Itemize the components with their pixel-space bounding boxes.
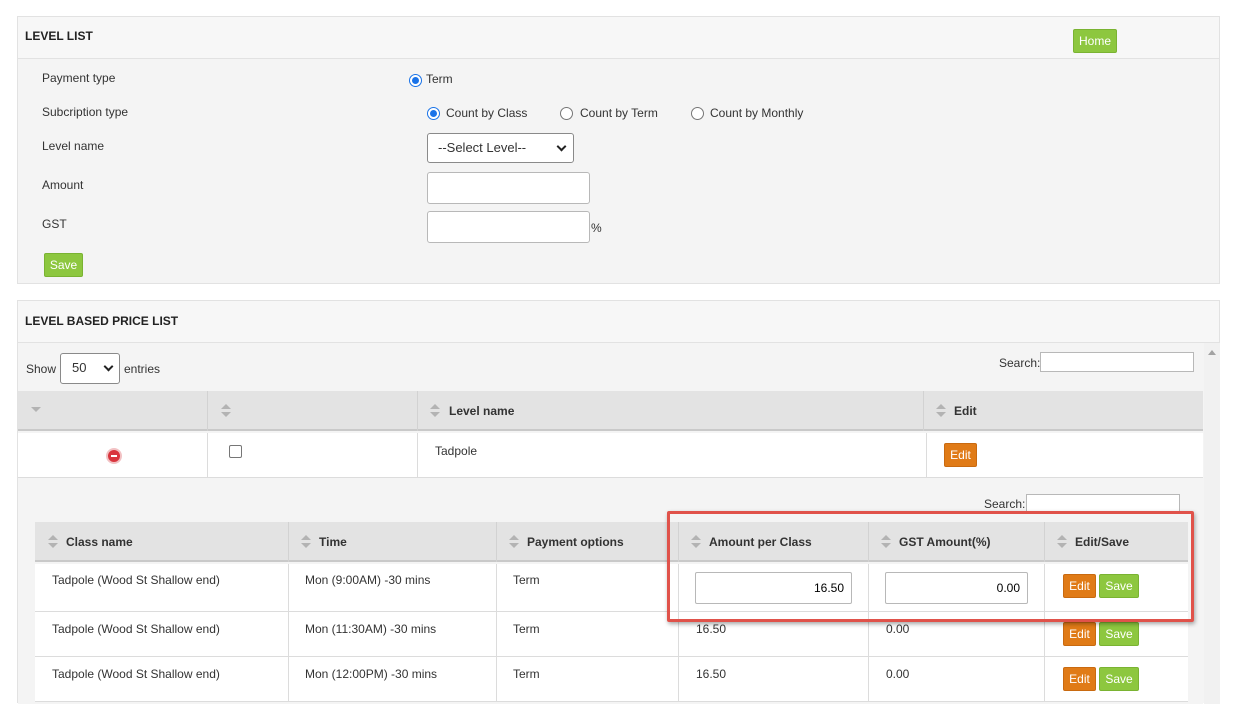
sub-edit-button[interactable]: Edit	[1063, 622, 1096, 646]
sort-icon[interactable]	[221, 404, 231, 418]
time-header[interactable]: Time	[319, 535, 347, 549]
scroll-up-arrow-icon[interactable]	[1208, 350, 1216, 355]
col-divider	[496, 522, 497, 562]
payment-type-term-label: Term	[426, 72, 453, 86]
level-select-value: --Select Level--	[438, 140, 527, 155]
price-list-panel: LEVEL BASED PRICE LIST Show 50 entries S…	[17, 300, 1220, 704]
time-cell: Mon (12:00PM) -30 mins	[305, 667, 438, 681]
payment-cell: Term	[513, 667, 540, 681]
payment-type-label: Payment type	[42, 71, 116, 85]
sort-icon[interactable]	[430, 404, 440, 418]
col-divider	[923, 391, 924, 431]
col-divider	[678, 657, 679, 702]
col-divider	[868, 657, 869, 702]
gst-amount-cell: 0.00	[886, 667, 910, 681]
level-list-panel: LEVEL LIST Home Payment type Term Subcri…	[17, 16, 1220, 284]
col-divider	[417, 433, 418, 478]
col-divider	[288, 612, 289, 657]
count-by-term-label: Count by Term	[580, 106, 658, 120]
class-name-cell: Tadpole (Wood St Shallow end)	[52, 622, 220, 636]
highlight-annotation-box	[667, 511, 1194, 622]
entries-select[interactable]: 50	[60, 353, 120, 384]
detail-search-label: Search:	[984, 497, 1026, 511]
col-divider	[288, 564, 289, 612]
show-label: Show	[26, 362, 57, 376]
gst-label: GST	[42, 217, 67, 231]
sub-edit-button[interactable]: Edit	[1063, 667, 1096, 691]
search-label: Search:	[999, 356, 1041, 370]
home-button[interactable]: Home	[1073, 29, 1117, 53]
entries-label: entries	[124, 362, 161, 376]
amount-input[interactable]	[427, 172, 590, 204]
sub-table-row: Tadpole (Wood St Shallow end) Mon (12:00…	[35, 657, 1188, 702]
sort-icon[interactable]	[48, 535, 58, 549]
sort-icon[interactable]	[509, 535, 519, 549]
level-list-header: LEVEL LIST Home	[18, 17, 1219, 59]
level-name-label: Level name	[42, 139, 105, 153]
class-name-cell: Tadpole (Wood St Shallow end)	[52, 667, 220, 681]
amount-per-class-cell: 16.50	[696, 667, 727, 681]
subscription-type-label: Subcription type	[42, 105, 129, 119]
sort-desc-icon[interactable]	[31, 407, 41, 412]
main-table-header: Level name Edit	[18, 391, 1203, 431]
sub-save-button[interactable]: Save	[1099, 667, 1139, 691]
col-divider	[288, 522, 289, 562]
col-divider	[496, 612, 497, 657]
amount-per-class-cell: 16.50	[696, 622, 727, 636]
search-input[interactable]	[1040, 352, 1194, 372]
price-list-title: LEVEL BASED PRICE LIST	[25, 314, 179, 328]
payment-type-term-radio[interactable]	[409, 74, 422, 87]
edit-header[interactable]: Edit	[954, 404, 977, 418]
row-edit-button[interactable]: Edit	[944, 443, 977, 467]
class-name-cell: Tadpole (Wood St Shallow end)	[52, 573, 220, 587]
sub-save-button[interactable]: Save	[1099, 622, 1139, 646]
scrollbar[interactable]	[1204, 343, 1220, 704]
count-by-monthly-radio[interactable]	[691, 107, 704, 120]
time-cell: Mon (9:00AM) -30 mins	[305, 573, 431, 587]
col-divider	[496, 564, 497, 612]
level-list-title: LEVEL LIST	[25, 29, 93, 43]
gst-percent-unit: %	[591, 221, 602, 235]
level-name-cell: Tadpole	[435, 444, 478, 458]
count-by-monthly-label: Count by Monthly	[710, 106, 804, 120]
amount-label: Amount	[42, 178, 84, 192]
level-save-button[interactable]: Save	[44, 253, 83, 277]
col-divider	[288, 657, 289, 702]
row-checkbox[interactable]	[229, 445, 242, 458]
gst-input[interactable]	[427, 211, 590, 243]
count-by-class-radio[interactable]	[427, 107, 440, 120]
detail-search-input[interactable]	[1026, 494, 1180, 512]
main-table-row: Tadpole Edit	[18, 433, 1203, 478]
payment-options-header[interactable]: Payment options	[527, 535, 624, 549]
col-divider	[207, 391, 208, 431]
level-select[interactable]: --Select Level--	[427, 133, 574, 163]
time-cell: Mon (11:30AM) -30 mins	[305, 622, 437, 636]
sort-icon[interactable]	[301, 535, 311, 549]
col-divider	[926, 433, 927, 478]
chevron-down-icon	[103, 361, 114, 372]
price-list-header: LEVEL BASED PRICE LIST	[18, 301, 1219, 343]
sort-icon[interactable]	[936, 404, 946, 418]
count-by-term-radio[interactable]	[560, 107, 573, 120]
col-divider	[496, 657, 497, 702]
level-name-header[interactable]: Level name	[449, 404, 514, 418]
col-divider	[417, 391, 418, 431]
payment-cell: Term	[513, 622, 540, 636]
payment-cell: Term	[513, 573, 540, 587]
collapse-row-icon[interactable]	[106, 448, 122, 464]
entries-select-value: 50	[72, 360, 87, 375]
col-divider	[207, 433, 208, 478]
chevron-down-icon	[556, 141, 567, 152]
class-name-header[interactable]: Class name	[66, 535, 133, 549]
count-by-class-label: Count by Class	[446, 106, 528, 120]
col-divider	[1044, 657, 1045, 702]
gst-amount-cell: 0.00	[886, 622, 910, 636]
